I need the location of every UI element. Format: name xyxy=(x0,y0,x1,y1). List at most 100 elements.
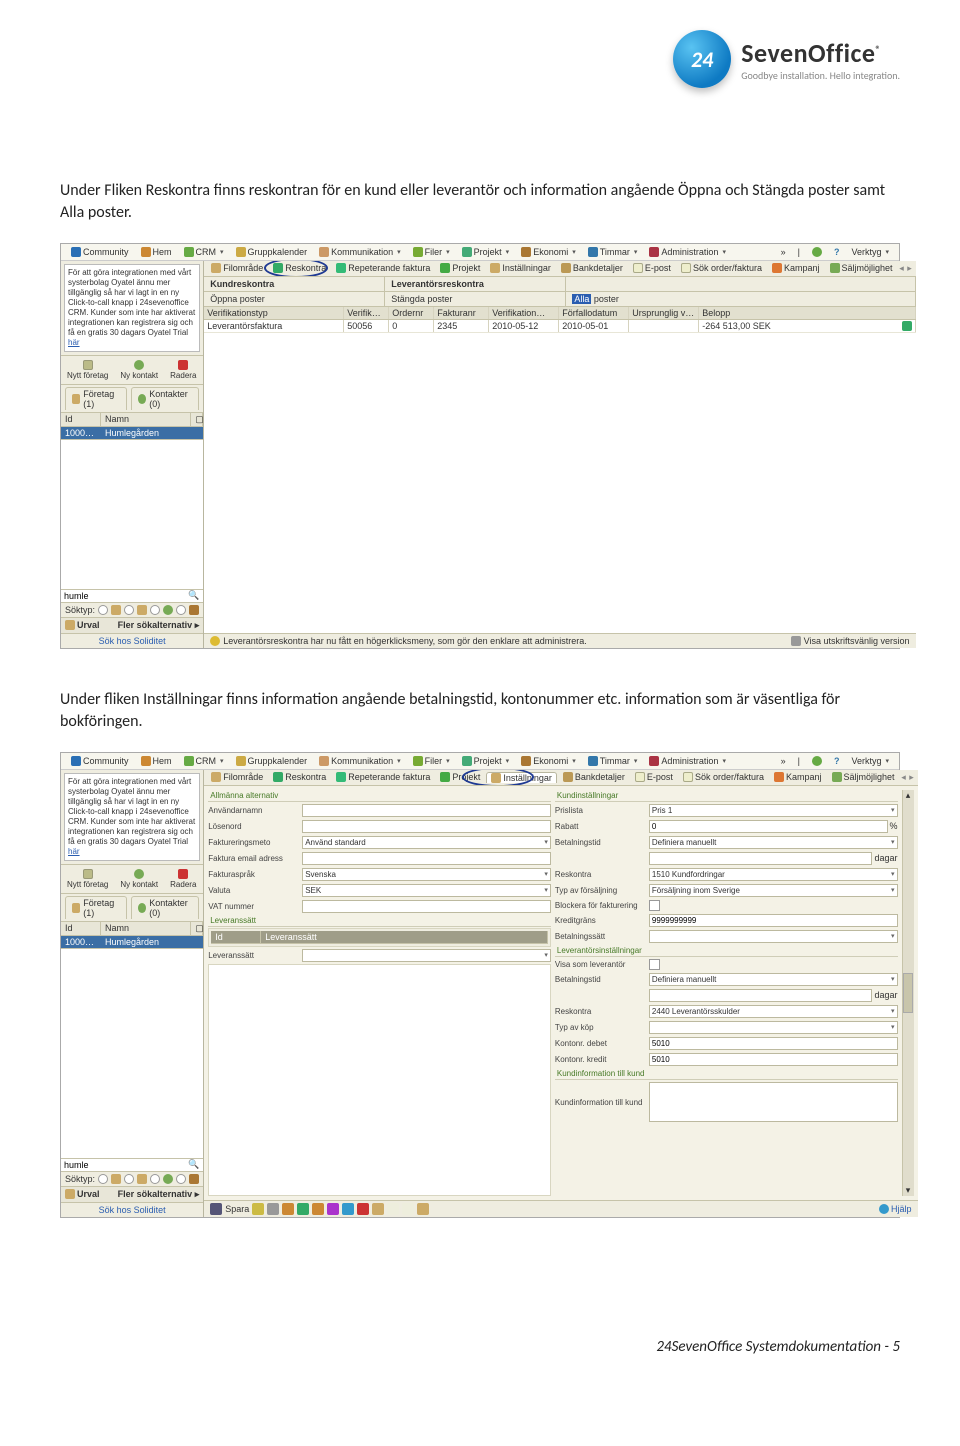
select-leveranssatt[interactable] xyxy=(302,949,551,962)
btn-ny-kontakt[interactable]: Ny kontakt xyxy=(120,360,158,380)
menu-refresh-icon[interactable] xyxy=(806,755,828,767)
subtab-kampanj[interactable]: Kampanj xyxy=(770,772,826,783)
col-lev-id[interactable]: Id xyxy=(211,931,261,943)
btn-nytt-foretag[interactable]: Nytt företag xyxy=(67,869,108,889)
chk-blockera[interactable] xyxy=(649,900,660,911)
soktyp-opt2-icon[interactable] xyxy=(124,1174,134,1184)
select-valuta[interactable]: SEK xyxy=(302,884,551,897)
col-belopp[interactable]: Belopp xyxy=(699,307,915,319)
tab-foretag[interactable]: Företag (1) xyxy=(65,387,127,410)
subtab-epost[interactable]: E-post xyxy=(631,772,677,783)
col-verifikation[interactable]: Verifikation… xyxy=(489,307,559,319)
cell-levreskontra[interactable]: Leverantörsreskontra xyxy=(385,277,566,291)
menu-projekt[interactable]: Projekt xyxy=(456,755,516,767)
fler-sokalternativ[interactable]: Fler sökalternativ ▸ xyxy=(118,1189,200,1200)
btn-ny-kontakt[interactable]: Ny kontakt xyxy=(120,869,158,889)
input-kreditgrans[interactable] xyxy=(649,914,898,927)
col-ursprunglig[interactable]: Ursprunglig v… xyxy=(629,307,699,319)
col-verifik[interactable]: Verifik… xyxy=(344,307,389,319)
scroll-down-icon[interactable]: ▾ xyxy=(906,1185,911,1196)
soktyp-opt1-icon[interactable] xyxy=(98,1174,108,1184)
cell-oppna-poster[interactable]: Öppna poster xyxy=(204,292,385,306)
menu-arrows[interactable]: » xyxy=(775,246,792,258)
btn-spara[interactable]: Spara xyxy=(210,1203,249,1215)
info-link[interactable]: här xyxy=(68,847,80,856)
soktyp-opt2-icon[interactable] xyxy=(124,605,134,615)
soktyp-opt3-icon[interactable] xyxy=(150,605,160,615)
menu-timmar[interactable]: Timmar xyxy=(582,246,644,258)
menu-gruppkalender[interactable]: Gruppkalender xyxy=(230,246,314,258)
col-namn[interactable]: Namn xyxy=(101,413,191,426)
tab-kontakter[interactable]: Kontakter (0) xyxy=(131,896,199,919)
col-fakturanr[interactable]: Fakturanr xyxy=(434,307,489,319)
search-input[interactable] xyxy=(61,1159,184,1171)
menu-kommunikation[interactable]: Kommunikation xyxy=(313,246,407,258)
select-fakturasprak[interactable]: Svenska xyxy=(302,868,551,881)
col-ordernr[interactable]: Ordernr xyxy=(389,307,434,319)
tool-icon-5[interactable] xyxy=(312,1203,324,1215)
print-version-link[interactable]: Visa utskriftsvänlig version xyxy=(791,636,910,646)
sok-hos-soliditet[interactable]: Sök hos Soliditet xyxy=(61,633,203,648)
subtab-sok-order[interactable]: Sök order/faktura xyxy=(677,263,766,274)
menu-hem[interactable]: Hem xyxy=(135,246,178,258)
input-dagar-kund[interactable] xyxy=(649,852,872,865)
cell-alla-poster[interactable]: Alla poster xyxy=(566,292,915,306)
col-filter-icon[interactable]: ▢ xyxy=(191,922,203,935)
select-betalningstid-kund[interactable]: Definiera manuellt xyxy=(649,836,898,849)
menu-community[interactable]: Community xyxy=(65,246,135,258)
btn-hjalp[interactable]: Hjälp xyxy=(879,1204,912,1214)
subtab-filomrade[interactable]: Filområde xyxy=(207,263,267,274)
urval-button[interactable]: Urval xyxy=(65,1189,100,1199)
input-fakturaemail[interactable] xyxy=(302,852,551,865)
ledger-icon[interactable] xyxy=(902,321,912,331)
menu-gruppkalender[interactable]: Gruppkalender xyxy=(230,755,314,767)
search-icon[interactable]: 🔍 xyxy=(184,1159,203,1170)
soktyp-opt3-icon[interactable] xyxy=(150,1174,160,1184)
grid-row-selected[interactable]: 1000…Humlegården xyxy=(61,936,203,948)
menu-crm[interactable]: CRM xyxy=(178,246,230,258)
col-namn[interactable]: Namn xyxy=(101,922,191,935)
urval-button[interactable]: Urval xyxy=(65,620,100,630)
col-lev-satt[interactable]: Leveranssätt xyxy=(261,931,548,943)
input-rabatt[interactable] xyxy=(649,820,888,833)
input-losenord[interactable] xyxy=(302,820,551,833)
scroll-thumb[interactable] xyxy=(903,973,913,1013)
subtab-repeterande[interactable]: Repeterande faktura xyxy=(332,263,434,274)
soktyp-opt1-icon[interactable] xyxy=(98,605,108,615)
tool-icon-9[interactable] xyxy=(372,1203,384,1215)
subtab-bankdetaljer[interactable]: Bankdetaljer xyxy=(557,263,627,274)
menu-kommunikation[interactable]: Kommunikation xyxy=(313,755,407,767)
grid-row-selected[interactable]: 1000…Humlegården xyxy=(61,427,203,439)
subtab-projekt[interactable]: Projekt xyxy=(436,263,484,274)
tab-scroll-right[interactable]: ▸ xyxy=(909,772,915,783)
select-typ-kop[interactable] xyxy=(649,1021,898,1034)
table-row[interactable]: Leverantörsfaktura 50056 0 2345 2010-05-… xyxy=(204,320,915,333)
col-id[interactable]: Id xyxy=(61,413,101,426)
sok-hos-soliditet[interactable]: Sök hos Soliditet xyxy=(61,1202,203,1217)
tab-scroll-left[interactable]: ◂ xyxy=(901,772,907,783)
tab-scroll-right[interactable]: ▸ xyxy=(907,263,913,274)
menu-help-icon[interactable]: ? xyxy=(828,246,846,258)
menu-verktyg[interactable]: Verktyg xyxy=(845,246,895,258)
soktyp-opt4-icon[interactable] xyxy=(176,1174,186,1184)
menu-verktyg[interactable]: Verktyg xyxy=(845,755,895,767)
tool-icon-3[interactable] xyxy=(282,1203,294,1215)
select-reskontra-kund[interactable]: 1510 Kundfordringar xyxy=(649,868,898,881)
input-anvandarnamn[interactable] xyxy=(302,804,551,817)
menu-administration[interactable]: Administration xyxy=(643,246,732,258)
col-id[interactable]: Id xyxy=(61,922,101,935)
menu-ekonomi[interactable]: Ekonomi xyxy=(515,755,582,767)
menu-filer[interactable]: Filer xyxy=(407,246,456,258)
select-prislista[interactable]: Pris 1 xyxy=(649,804,898,817)
menu-refresh-icon[interactable] xyxy=(806,246,828,258)
tool-icon-12[interactable] xyxy=(417,1203,429,1215)
menu-projekt[interactable]: Projekt xyxy=(456,246,516,258)
subtab-repeterande[interactable]: Repeterande faktura xyxy=(332,772,434,783)
scrollbar[interactable]: ▴ ▾ xyxy=(902,790,914,1196)
tab-kontakter[interactable]: Kontakter (0) xyxy=(131,387,199,410)
search-input[interactable] xyxy=(61,590,184,602)
menu-community[interactable]: Community xyxy=(65,755,135,767)
subtab-sok-order[interactable]: Sök order/faktura xyxy=(679,772,768,783)
menu-timmar[interactable]: Timmar xyxy=(582,755,644,767)
search-icon[interactable]: 🔍 xyxy=(184,590,203,601)
